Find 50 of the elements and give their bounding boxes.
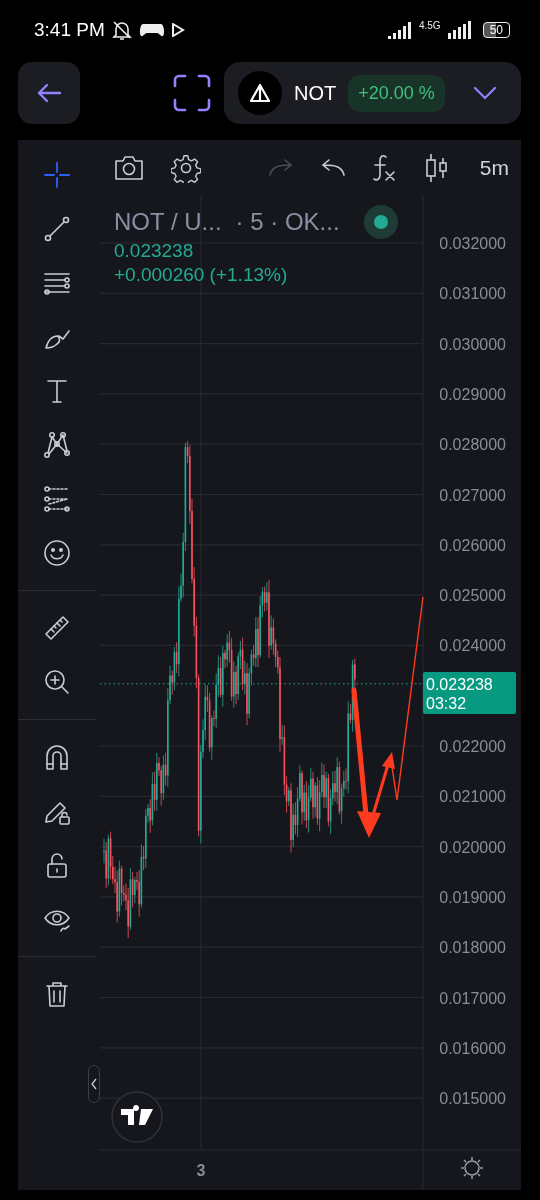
price-axis-label: 0.022000	[439, 738, 506, 755]
last-price-value: 0.023238	[426, 676, 493, 693]
price-axis-label: 0.027000	[439, 486, 506, 504]
price-axis-label: 0.028000	[439, 436, 506, 454]
chart-symbol[interactable]: NOT / U...	[114, 208, 222, 236]
battery-level: 50	[482, 22, 510, 38]
price-axis-label: 0.031000	[439, 285, 506, 303]
price-axis-label: 0.020000	[439, 838, 506, 856]
price-axis-label: 0.021000	[439, 788, 506, 806]
symbol-selector[interactable]: NOT +20.00 %	[224, 62, 521, 124]
status-time: 3:41 PM	[34, 19, 105, 41]
price-axis-label: 0.030000	[439, 335, 506, 353]
symbol-name: NOT	[294, 81, 337, 105]
coin-logo-icon	[238, 71, 282, 115]
back-button[interactable]	[18, 62, 80, 124]
interval-button[interactable]: 5m	[479, 155, 509, 180]
tradingview-logo-icon[interactable]	[111, 1091, 163, 1143]
signal-icon	[446, 21, 471, 39]
price-axis-label: 0.015000	[439, 1090, 506, 1108]
camera-icon[interactable]	[113, 153, 145, 182]
candlestick-icon[interactable]	[423, 151, 450, 184]
price-axis-label: 0.025000	[439, 587, 506, 605]
arrow-left-icon	[36, 82, 62, 104]
fullscreen-icon[interactable]	[173, 74, 211, 112]
settings-icon[interactable]	[171, 152, 201, 183]
chevron-down-icon[interactable]	[473, 86, 497, 100]
change-badge: +20.00 %	[348, 74, 445, 112]
legend-change: +0.000260 (+1.13%)	[114, 263, 288, 287]
price-axis-label: 0.024000	[439, 637, 506, 655]
legend-price: 0.023238	[114, 239, 194, 263]
price-axis-label: 0.029000	[439, 385, 506, 403]
chevron-left-icon	[91, 1078, 97, 1090]
collapse-toolbar-button[interactable]	[88, 1065, 100, 1103]
market-status-icon	[363, 205, 398, 239]
price-axis-label: 0.017000	[439, 989, 506, 1007]
network-type: 4.5G	[418, 20, 441, 31]
price-axis-label: 0.032000	[439, 235, 506, 252]
signal-icon	[386, 21, 413, 39]
brightness-icon[interactable]	[460, 1156, 484, 1180]
undo-icon[interactable]	[319, 157, 346, 178]
price-axis-label: 0.019000	[439, 888, 506, 906]
bar-countdown: 03:32	[426, 695, 467, 712]
chart-interval-exchange: · 5 · OK...	[235, 208, 340, 236]
price-axis-label: 0.016000	[439, 1039, 506, 1057]
play-store-icon	[170, 23, 185, 37]
price-axis-label: 0.018000	[439, 939, 506, 957]
price-axis-label: 0.026000	[439, 536, 506, 554]
indicators-icon[interactable]	[371, 152, 398, 183]
time-axis-label: 3	[196, 1162, 206, 1179]
bell-off-icon	[110, 19, 133, 41]
